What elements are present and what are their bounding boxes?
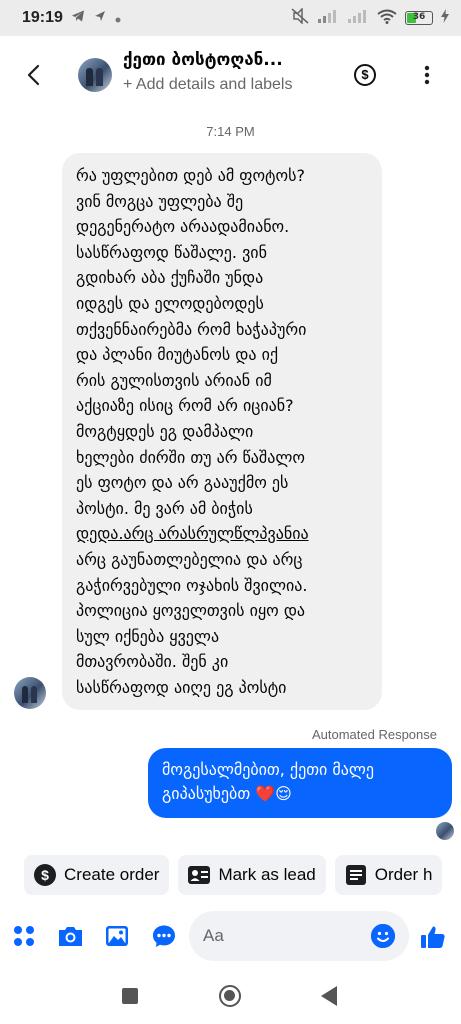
message-line: სასწრაფოდ წაშალე. ვინ	[76, 242, 267, 262]
message-line: რის გულისთვის არიან იმ	[76, 370, 272, 390]
emoji-button[interactable]	[371, 924, 395, 948]
gallery-button[interactable]	[105, 924, 131, 950]
four-dots-icon	[14, 926, 34, 946]
camera-button[interactable]	[57, 924, 83, 950]
status-bar: 19:19 36	[0, 0, 461, 36]
sender-avatar[interactable]	[14, 677, 46, 709]
like-button[interactable]	[420, 924, 446, 950]
message-line: ვინ მოგცა უფლება შე	[76, 191, 244, 211]
message-line: იდგეს და ელოდებოდეს	[76, 293, 264, 313]
automated-response-label: Automated Response	[311, 727, 437, 742]
message-line: დედა.არც არასრულწლპვანია	[76, 524, 309, 544]
message-line: გაჭირვებული ოჯახის შვილია.	[76, 575, 308, 595]
message-line: სასწრაფოდ აიღე ეგ პოსტი	[76, 677, 287, 697]
battery-level: 36	[412, 12, 426, 22]
message-line: პოლიცია ყოველთვის იყო და	[76, 601, 306, 621]
message-composer: Aa	[0, 908, 461, 964]
camera-icon	[59, 927, 82, 946]
message-line: მთავრობაში. შენ კი	[76, 652, 229, 672]
mark-as-lead-button[interactable]: Mark as lead	[178, 855, 326, 895]
telegram-icon	[71, 9, 85, 27]
thumbs-up-icon	[421, 926, 445, 948]
message-line: მოგესალმებით, ქეთი მალე	[162, 760, 375, 779]
message-line: მოგტყდეს ეგ დამპალი	[76, 421, 254, 441]
order-history-button[interactable]: Order h	[334, 855, 443, 895]
system-navigation-bar	[0, 970, 461, 1024]
chevron-left-icon	[27, 64, 40, 86]
seen-indicator-avatar	[436, 822, 454, 840]
message-line: პოსტი. მე ვარ ამ ბიჭის	[76, 498, 253, 518]
incoming-message-bubble[interactable]: რა უფლებით დებ ამ ფოტოს? ვინ მოგცა უფლებ…	[62, 153, 382, 710]
message-line: გდიხარ აბა ქუჩაში უნდა	[76, 268, 264, 288]
dot-icon	[115, 9, 121, 27]
message-line: გიპასუხებთ ❤️😌	[162, 784, 292, 803]
payments-button[interactable]: $	[354, 64, 376, 86]
chat-bubble-icon	[153, 925, 175, 947]
more-vertical-icon	[424, 65, 430, 85]
back-button[interactable]	[22, 62, 48, 88]
message-line: დეგენერატო არაადამიანო.	[76, 217, 290, 237]
signal-icon-2	[347, 9, 369, 27]
apps-button[interactable]	[12, 924, 38, 950]
create-order-label: Create order	[64, 865, 160, 884]
create-order-button[interactable]: $ Create order	[24, 855, 170, 895]
quick-actions-bar: $ Create order Mark as lead Order h	[24, 855, 461, 895]
recent-apps-button[interactable]	[122, 988, 138, 1004]
system-back-button[interactable]	[321, 986, 337, 1006]
conversation-header: ქეთი ბოსტოღან... + Add details and label…	[0, 36, 461, 116]
battery-icon: 36	[405, 11, 433, 25]
home-button[interactable]	[219, 985, 241, 1007]
message-line: და პლანი მიუტანოს და იქ	[76, 345, 279, 365]
smiley-icon	[371, 924, 395, 948]
chat-options-button[interactable]	[152, 924, 178, 950]
image-icon	[106, 926, 128, 946]
dollar-icon: $	[34, 864, 56, 886]
signal-icon	[317, 9, 339, 27]
more-options-button[interactable]	[418, 64, 436, 86]
contact-name[interactable]: ქეთი ბოსტოღან...	[123, 50, 333, 70]
message-line: სულ იქნება ყველა	[76, 626, 220, 646]
charging-icon	[441, 9, 449, 27]
mark-as-lead-label: Mark as lead	[218, 865, 316, 884]
message-line: ხელები ძირში თუ არ წაშალო	[76, 447, 305, 467]
message-input[interactable]: Aa	[189, 911, 409, 961]
order-history-label: Order h	[374, 865, 433, 884]
outgoing-message-bubble[interactable]: მოგესალმებით, ქეთი მალე გიპასუხებთ ❤️😌	[148, 748, 452, 818]
mute-icon	[291, 7, 309, 28]
add-details-link[interactable]: + Add details and labels	[123, 76, 333, 94]
message-line: აქციაზე ისიც რომ არ იციან?	[76, 396, 294, 416]
contact-info[interactable]: ქეთი ბოსტოღან... + Add details and label…	[123, 50, 333, 94]
wifi-icon	[377, 9, 397, 28]
message-line: რა უფლებით დებ ამ ფოტოს?	[76, 166, 305, 185]
clock: 19:19	[22, 9, 63, 26]
message-line: თქვენნაირებმა რომ ხაჭაპური	[76, 319, 307, 339]
contact-avatar[interactable]	[78, 58, 112, 92]
message-timestamp: 7:14 PM	[206, 124, 255, 139]
message-line: ეს ფოტო და არ გააუქმო ეს	[76, 473, 289, 493]
navigation-icon	[93, 9, 107, 27]
dollar-icon: $	[361, 67, 369, 82]
message-line: არც გაუნათლებელია და არც	[76, 549, 303, 569]
contact-card-icon	[188, 864, 211, 886]
message-input-placeholder: Aa	[203, 926, 224, 945]
receipt-icon	[345, 864, 367, 886]
